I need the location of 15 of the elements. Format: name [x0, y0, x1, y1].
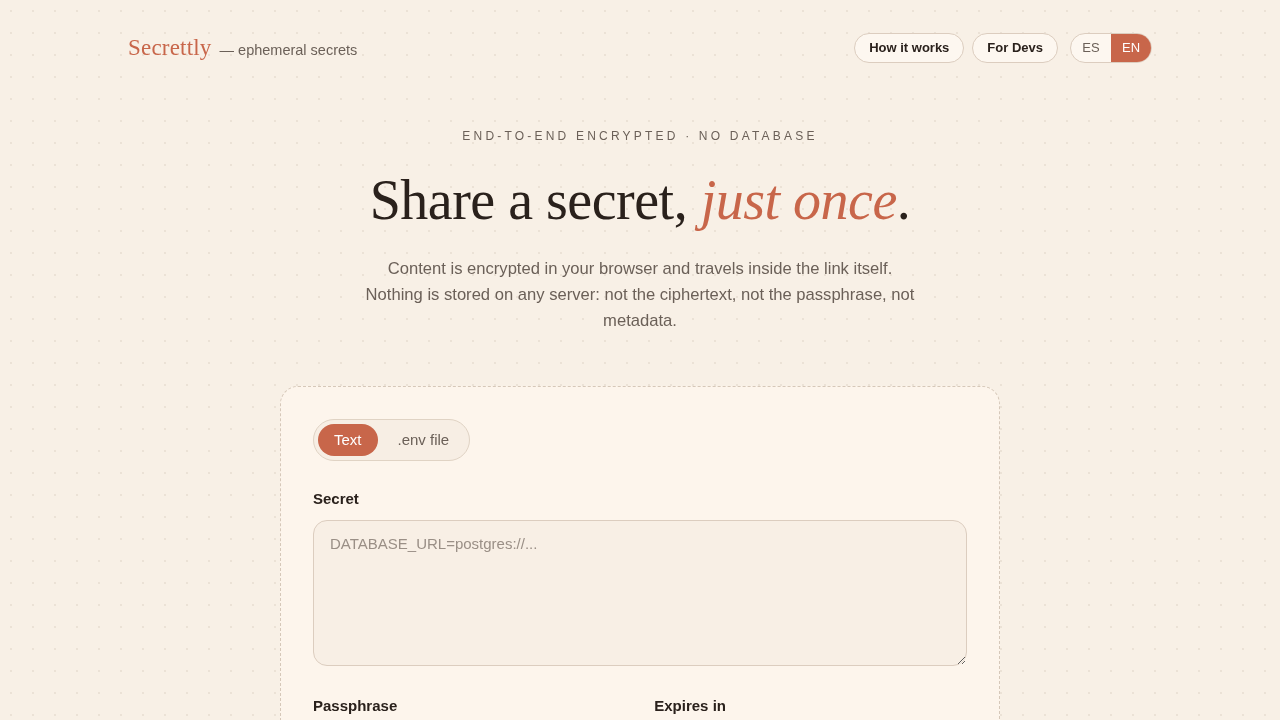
field-label: Expires in [654, 695, 726, 716]
nav-button[interactable]: For Devs [972, 33, 1058, 63]
secret-textarea[interactable]: DATABASE_URL=postgres://... [313, 519, 967, 666]
logo[interactable]: Secrettly [128, 30, 212, 66]
page-heading: Share a secret, just once. [368, 168, 912, 233]
nav-button[interactable]: How it works [854, 33, 965, 63]
field-label: Passphrase [313, 695, 398, 716]
language-option[interactable]: ES [1071, 34, 1111, 62]
mode-tab[interactable]: .env file [381, 424, 466, 457]
language-option[interactable]: EN [1111, 34, 1151, 62]
eyebrow-text: END-TO-END ENCRYPTED · NO DATABASE [461, 128, 819, 145]
tagline: — ephemeral secrets [219, 40, 358, 60]
mode-tab[interactable]: Text [318, 424, 378, 457]
description-text: Content is encrypted in your browser and travels inside the link itself. Nothing is stored on any server: not the ciphertext, not the passphrase, not metadata. [364, 258, 916, 333]
field-label: Secret [313, 489, 360, 510]
